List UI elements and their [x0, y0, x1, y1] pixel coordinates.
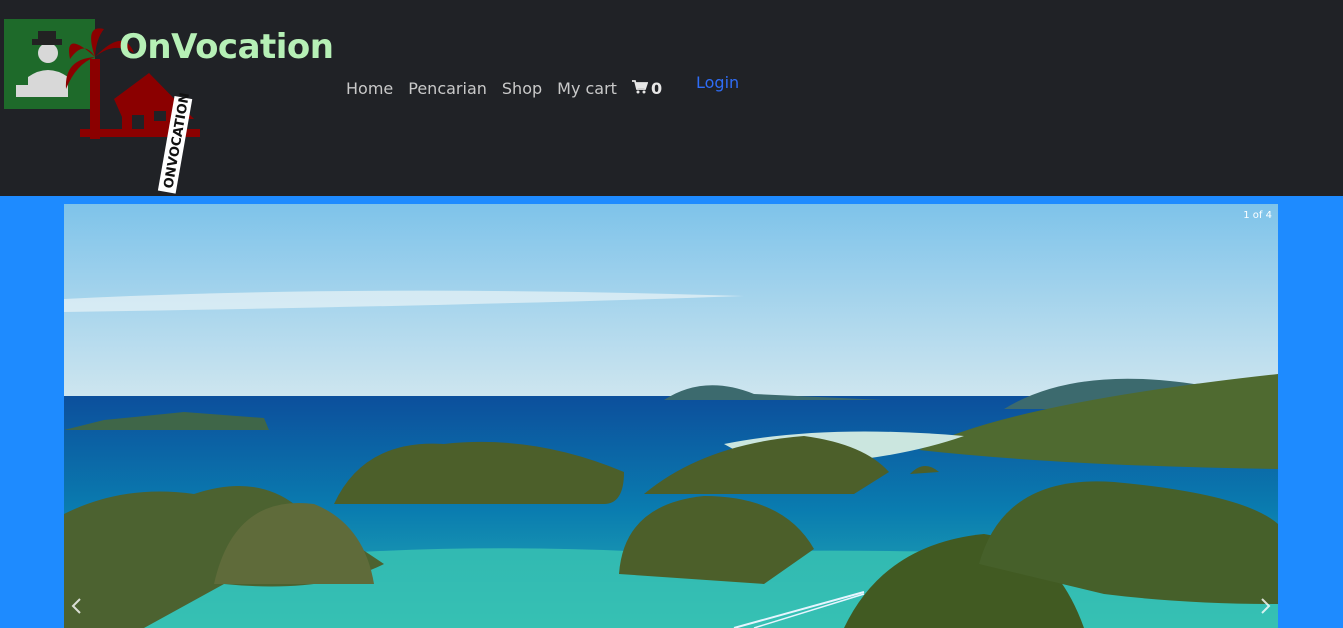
nav-pencarian[interactable]: Pencarian: [408, 79, 487, 98]
cart-icon: [631, 79, 651, 98]
slide-counter: 1 of 4: [1243, 210, 1272, 221]
top-navbar: ONVOCATION OnVocation Home Pencarian Sho…: [0, 0, 1343, 196]
nav-my-cart[interactable]: My cart: [557, 79, 617, 98]
carousel-prev-button[interactable]: [70, 596, 84, 616]
cart-count: 0: [650, 79, 663, 98]
chevron-left-icon: [71, 598, 81, 614]
brand-name[interactable]: OnVocation: [119, 27, 334, 67]
main-nav: Home Pencarian Shop My cart 0: [346, 79, 662, 98]
cart-button[interactable]: 0: [631, 79, 663, 98]
nav-shop[interactable]: Shop: [502, 79, 542, 98]
chevron-right-icon: [1261, 598, 1271, 614]
login-link[interactable]: Login: [696, 73, 739, 92]
image-carousel[interactable]: 1 of 4: [64, 204, 1278, 628]
carousel-slide-image: [64, 204, 1278, 628]
carousel-next-button[interactable]: [1258, 596, 1272, 616]
nav-home[interactable]: Home: [346, 79, 393, 98]
